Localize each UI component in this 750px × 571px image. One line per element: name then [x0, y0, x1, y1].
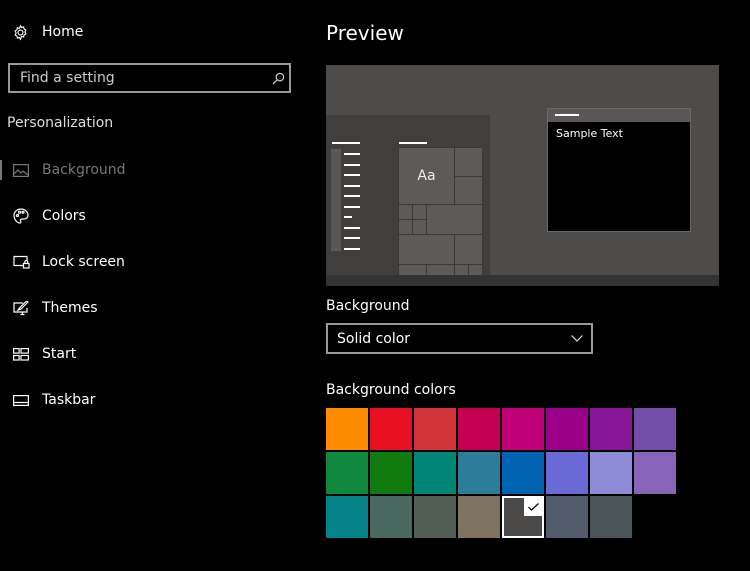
preview-tile [454, 234, 483, 265]
home-label: Home [42, 24, 84, 40]
start-icon [12, 346, 30, 362]
sidebar-item-label: Taskbar [42, 392, 96, 408]
color-swatch[interactable] [326, 496, 368, 538]
search-icon[interactable] [267, 72, 289, 85]
sidebar-item-label: Themes [42, 300, 98, 316]
color-swatch[interactable] [546, 452, 588, 494]
preview-app-list [331, 149, 341, 251]
gear-icon [11, 23, 29, 41]
preview-window-titlebar [548, 109, 690, 122]
sidebar-item-label: Colors [42, 208, 86, 224]
sidebar-item-taskbar[interactable]: Taskbar [0, 388, 300, 412]
search-input[interactable] [10, 69, 267, 87]
preview-taskbar [326, 275, 719, 286]
preview-tile [454, 147, 483, 177]
picture-icon [12, 162, 30, 178]
background-label: Background [326, 298, 410, 314]
color-swatch[interactable] [458, 452, 500, 494]
themes-icon [12, 300, 30, 316]
sidebar-item-lock-screen[interactable]: Lock screen [0, 250, 300, 274]
preview-window: Sample Text [547, 108, 691, 232]
sidebar-item-background[interactable]: Background [0, 158, 300, 182]
color-swatch[interactable] [502, 496, 544, 538]
color-swatch[interactable] [326, 452, 368, 494]
color-swatch[interactable] [370, 408, 412, 450]
taskbar-icon [12, 392, 30, 408]
lock-screen-icon [12, 254, 30, 270]
background-dropdown-value: Solid color [337, 330, 411, 347]
color-swatch-grid [326, 408, 676, 538]
preview-tile [398, 234, 455, 265]
preview-tile [412, 219, 427, 235]
preview-list-line [344, 205, 360, 208]
preview-tile [398, 219, 413, 235]
sidebar-item-label: Start [42, 346, 77, 362]
preview-list-line [344, 216, 352, 218]
preview-tiles: Aa [398, 147, 483, 278]
sidebar-item-themes[interactable]: Themes [0, 296, 300, 320]
color-swatch[interactable] [546, 496, 588, 538]
sidebar-item-colors[interactable]: Colors [0, 204, 300, 228]
preview-line [555, 114, 579, 116]
sidebar-item-start[interactable]: Start [0, 342, 300, 366]
chevron-down-icon [563, 335, 591, 342]
preview-list-line [344, 184, 360, 187]
color-swatch[interactable] [458, 496, 500, 538]
preview-list-line [344, 237, 360, 239]
color-swatch[interactable] [326, 408, 368, 450]
color-swatch[interactable] [458, 408, 500, 450]
color-swatch[interactable] [414, 452, 456, 494]
preview-list-line [344, 174, 360, 176]
preview-tile [426, 204, 483, 235]
preview-tile [454, 176, 483, 205]
preview-tile-label: Aa [417, 168, 436, 184]
color-swatch[interactable] [546, 408, 588, 450]
home-link[interactable]: Home [11, 22, 83, 42]
color-swatch[interactable] [502, 452, 544, 494]
color-swatch[interactable] [590, 496, 632, 538]
page-title: Preview [326, 21, 404, 45]
color-swatch[interactable] [590, 408, 632, 450]
color-swatch[interactable] [502, 408, 544, 450]
search-box[interactable] [8, 63, 291, 93]
preview-list-line [344, 163, 360, 166]
color-swatch[interactable] [634, 452, 676, 494]
desktop-preview: Aa Sample Text [326, 65, 719, 286]
color-swatch[interactable] [370, 452, 412, 494]
preview-line [332, 142, 360, 144]
color-swatch[interactable] [414, 496, 456, 538]
color-swatch[interactable] [370, 496, 412, 538]
color-swatch[interactable] [414, 408, 456, 450]
background-colors-label: Background colors [326, 382, 456, 398]
color-swatch[interactable] [634, 408, 676, 450]
color-swatch[interactable] [590, 452, 632, 494]
preview-sample-text: Sample Text [556, 127, 623, 140]
sidebar-item-label: Background [42, 162, 126, 178]
preview-list-line [344, 247, 360, 250]
preview-tile [398, 204, 413, 220]
preview-line [399, 142, 427, 144]
palette-icon [12, 208, 30, 224]
background-dropdown[interactable]: Solid color [326, 323, 593, 354]
preview-list-line [344, 195, 360, 197]
active-indicator [0, 160, 2, 180]
section-heading: Personalization [7, 115, 114, 131]
checkmark-icon [524, 498, 542, 516]
preview-list-line [344, 226, 360, 229]
sidebar-item-label: Lock screen [42, 254, 125, 270]
preview-tile [412, 204, 427, 220]
preview-list-line [344, 153, 360, 155]
